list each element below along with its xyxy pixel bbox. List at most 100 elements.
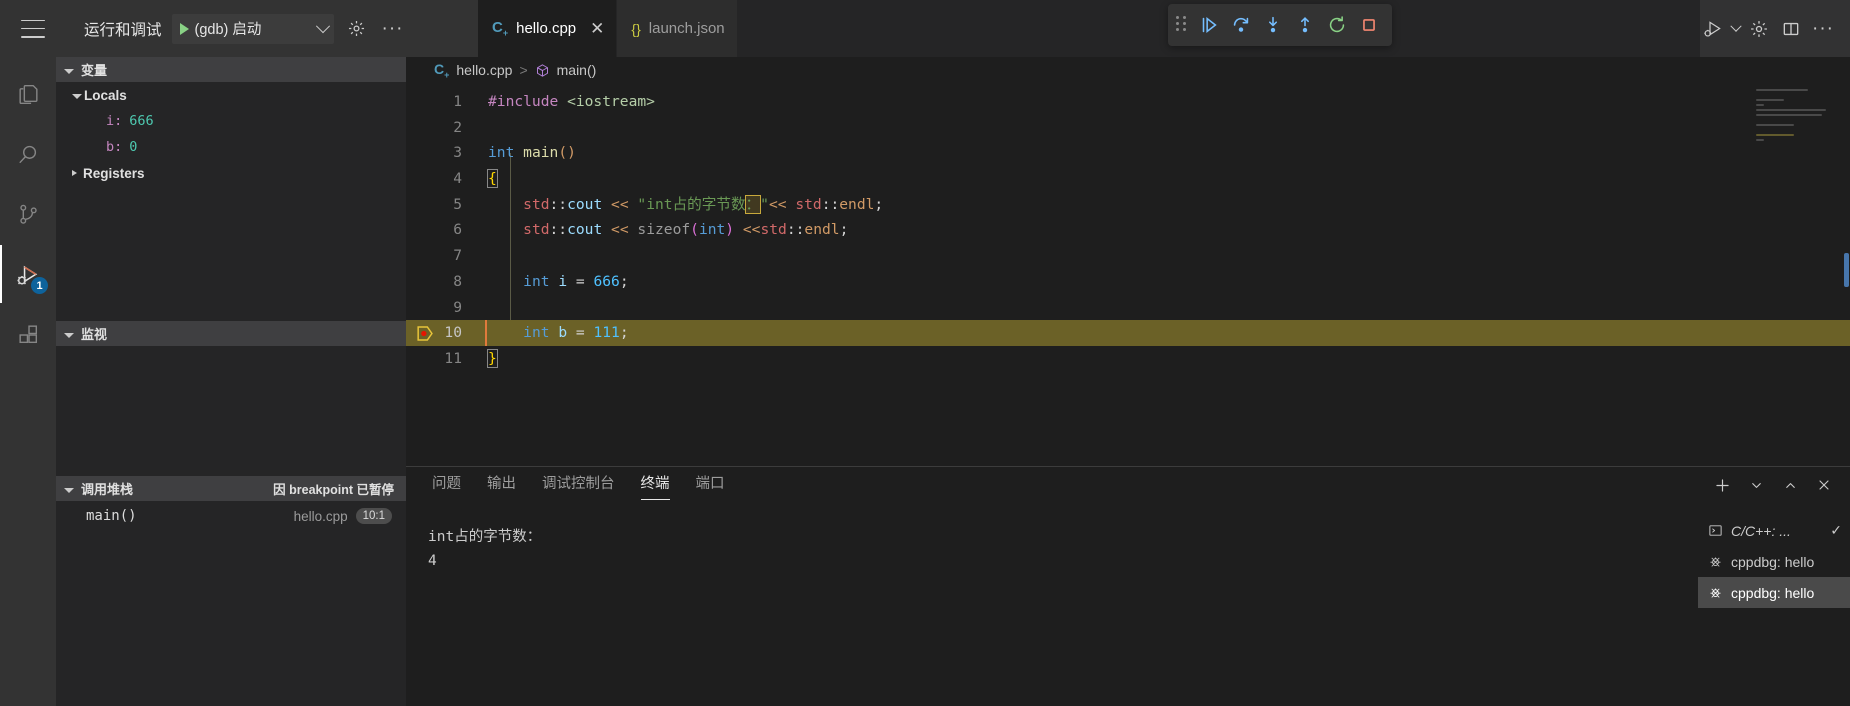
activity-item-run-and-debug[interactable]: 1	[0, 245, 56, 303]
code-line-7[interactable]: 7	[406, 243, 1850, 269]
activity-item-extensions[interactable]	[0, 305, 56, 363]
variable-row-i[interactable]: i : 666	[56, 108, 406, 134]
debug-icon	[1708, 585, 1723, 600]
code-token: )	[725, 221, 735, 239]
settings-button[interactable]	[1746, 16, 1772, 42]
stop-button[interactable]	[1354, 10, 1384, 40]
menu-button[interactable]	[0, 0, 66, 57]
code-token: int	[488, 144, 524, 162]
chevron-down-icon	[64, 68, 74, 74]
code-content[interactable]: 1 #include <iostream> 2 3 int main() 4{5 std:…	[406, 83, 1850, 466]
code-line-1[interactable]: 1 #include <iostream>	[406, 89, 1850, 115]
code-token: int	[523, 272, 550, 290]
code-line-9[interactable]: 9	[406, 295, 1850, 321]
code-line-8[interactable]: 8 int i = 666;	[406, 269, 1850, 295]
breakpoint-icon[interactable]	[417, 326, 434, 341]
vscode-window: 运行和调试 (gdb) 启动 ··· C+ hello.cpp ✕ {} lau…	[0, 0, 1850, 706]
breadcrumb-symbol[interactable]: main()	[557, 62, 597, 78]
terminal-list-item-cppdbg-2[interactable]: cppdbg: hello	[1698, 577, 1850, 608]
chevron-down-icon	[315, 18, 330, 33]
hamburger-icon[interactable]	[21, 19, 45, 38]
variables-group-locals[interactable]: Locals	[56, 82, 406, 108]
code-token: "int占的字节数	[637, 195, 746, 213]
code-text[interactable]: 1 #include <iostream> 2 3 int main() 4{5 std:…	[406, 89, 1850, 372]
launch-config-select[interactable]: (gdb) 启动	[171, 13, 334, 44]
close-panel-button[interactable]	[1814, 475, 1834, 495]
terminal-list-item-cppdbg-1[interactable]: cppdbg: hello	[1698, 546, 1850, 577]
terminal-list-label: cppdbg: hello	[1731, 553, 1815, 570]
scrollbar-decoration[interactable]	[1844, 253, 1849, 287]
variables-group-registers[interactable]: Registers	[56, 160, 406, 186]
terminal-output[interactable]: int占的字节数： 4	[406, 503, 1698, 706]
code-line-11[interactable]: 11}	[406, 346, 1850, 372]
debug-settings-button[interactable]	[344, 16, 370, 42]
chevron-right-icon	[72, 170, 77, 176]
restart-button[interactable]	[1322, 10, 1352, 40]
tab-launch-json[interactable]: {} launch.json	[617, 0, 738, 57]
callstack-frame-main[interactable]: main() hello.cpp 10:1	[56, 501, 406, 531]
activity-item-source-control[interactable]	[0, 185, 56, 243]
minimap[interactable]	[1756, 89, 1842, 209]
variable-row-b[interactable]: b : 0	[56, 134, 406, 160]
breadcrumb-file[interactable]: hello.cpp	[456, 62, 512, 78]
split-editor-button[interactable]	[1778, 16, 1804, 42]
activity-item-explorer[interactable]	[0, 65, 56, 123]
code-token: ;	[619, 272, 629, 290]
terminal-dropdown-button[interactable]	[1746, 475, 1766, 495]
activity-item-search[interactable]	[0, 125, 56, 183]
code-line-6[interactable]: 6 std::cout << sizeof(int) <<std::endl;	[406, 217, 1850, 243]
panel-tab-ports[interactable]: 端口	[696, 472, 725, 498]
step-out-button[interactable]	[1290, 10, 1320, 40]
new-terminal-button[interactable]	[1712, 475, 1732, 495]
step-over-button[interactable]	[1226, 10, 1256, 40]
close-icon[interactable]: ✕	[590, 20, 604, 37]
chevron-down-icon	[64, 332, 74, 338]
line-number: 9	[453, 298, 462, 316]
frame-function: main()	[86, 508, 137, 524]
debug-toolbar	[1168, 4, 1392, 46]
panel-tab-problems[interactable]: 问题	[432, 472, 461, 498]
line-number: 11	[444, 349, 462, 367]
panel-tab-terminal[interactable]: 终端	[640, 472, 670, 500]
frame-file: hello.cpp	[293, 508, 348, 524]
line-number: 4	[453, 170, 462, 188]
editor-more-button[interactable]: ···	[1810, 16, 1836, 42]
debug-more-button[interactable]: ···	[380, 16, 406, 42]
variable-name: b	[106, 139, 115, 155]
watch-header[interactable]: 监视	[56, 321, 406, 346]
line-number: 10	[444, 324, 462, 342]
tab-hello-cpp[interactable]: C+ hello.cpp ✕	[478, 0, 618, 57]
ellipsis-icon: ···	[1812, 17, 1834, 39]
panel-tab-debug-console[interactable]: 调试控制台	[542, 472, 615, 498]
code-token: cout	[567, 195, 603, 213]
watch-section: 监视	[56, 321, 406, 476]
debug-sidebar: 变量 Locals i : 666 b : 0 Registers 监视 调用堆…	[56, 57, 406, 706]
code-editor[interactable]: 1 #include <iostream> 2 3 int main() 4{5 std:…	[406, 83, 1850, 466]
code-token: int	[523, 324, 550, 342]
code-line-3[interactable]: 3 int main()	[406, 140, 1850, 166]
group-label: Locals	[84, 87, 127, 103]
terminal-list-item-cpp[interactable]: C/C++: ... ✓	[1698, 515, 1850, 546]
maximize-panel-button[interactable]	[1780, 475, 1800, 495]
variables-header[interactable]: 变量	[56, 57, 406, 82]
drag-handle-icon[interactable]	[1176, 16, 1188, 34]
code-token: (	[558, 144, 568, 162]
callstack-title: 调用堆栈	[81, 482, 134, 497]
code-line-5[interactable]: 5 std::cout << "int占的字节数："<< std::endl;	[406, 192, 1850, 218]
panel-tab-output[interactable]: 输出	[487, 472, 516, 498]
code-line-10[interactable]: 10 int b = 111;	[406, 320, 1850, 346]
run-and-debug-button[interactable]	[1700, 16, 1726, 42]
continue-button[interactable]	[1194, 10, 1224, 40]
callstack-header[interactable]: 调用堆栈 因 breakpoint 已暂停	[56, 476, 406, 501]
code-token: std	[523, 221, 550, 239]
chevron-down-icon[interactable]	[1730, 20, 1742, 32]
code-token: std	[795, 195, 822, 213]
step-into-button[interactable]	[1258, 10, 1288, 40]
code-line-2[interactable]: 2	[406, 115, 1850, 141]
code-line-4[interactable]: 4{	[406, 166, 1850, 192]
variables-title: 变量	[81, 63, 108, 78]
